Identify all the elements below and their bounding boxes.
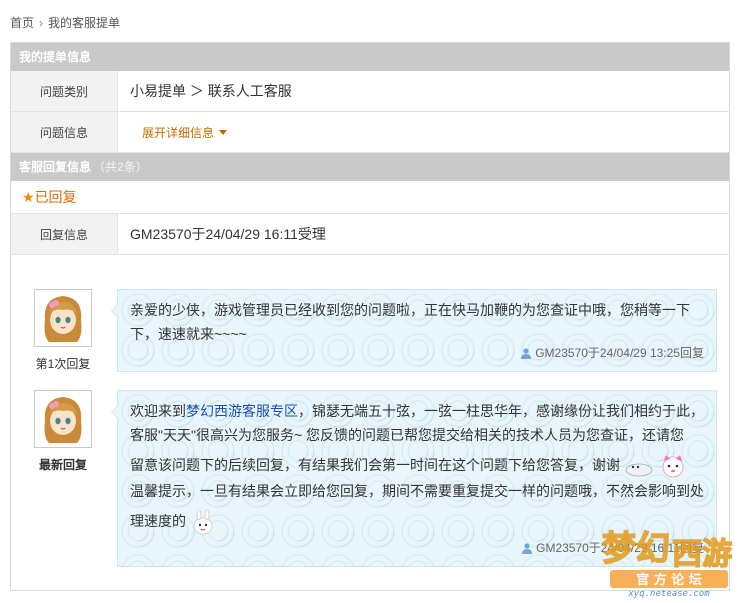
expand-details-button[interactable]: 展开详细信息 (142, 124, 228, 141)
avatar (34, 289, 92, 347)
reply-2-text-pre: 欢迎来到 (130, 403, 186, 419)
reply-2-line-5-text: 理速度的 (130, 513, 186, 530)
reply-info-heading: 客服回复信息 （共2条） (11, 153, 729, 181)
category-value: 小易提单 ＞ 联系人工客服 (130, 83, 292, 99)
expand-details-label: 展开详细信息 (142, 125, 215, 140)
avatar (34, 390, 92, 448)
reply-1-text: 亲爱的少侠，游戏管理员已经收到您的问题啦，正在快马加鞭的为您查证中哦，您稍等一下… (130, 302, 690, 342)
watermark-logo: 梦幻 西游 官 方 论 坛 xyq.netease.com (596, 520, 742, 599)
reply-status-label: 已回复 (34, 189, 77, 205)
reply-status: ★已回复 (11, 181, 729, 214)
reply-2-line-3: 留意该问题下的后续回复，有结果我们会第一时间在这个问题下给您答复，谢谢 (130, 453, 706, 479)
user-icon (521, 348, 532, 359)
reply-2-line-4: 温馨提示，一旦有结果会立即给您回复，期间不需要重复提交一样的问题哦，不然会影响到… (130, 483, 704, 500)
category-row: 问题类别 小易提单 ＞ 联系人工客服 (11, 71, 729, 112)
reply-2-line-2: 客服"天天"很高兴为您服务~ 您反馈的问题已帮您提交给相关的技术人员为您查证，还… (130, 427, 685, 443)
rabbit-emoji-icon (193, 509, 213, 534)
service-zone-link[interactable]: 梦幻西游客服专区 (186, 403, 298, 419)
girl-avatar-icon (35, 290, 91, 346)
reply-1-bubble: 亲爱的少侠，游戏管理员已经收到您的问题啦，正在快马加鞭的为您查证中哦，您稍等一下… (111, 289, 717, 372)
breadcrumb: 首页 › 我的客服提单 (10, 14, 120, 31)
issue-label: 问题信息 (11, 112, 118, 152)
ticket-info-heading: 我的提单信息 (11, 43, 729, 71)
breadcrumb-home-link[interactable]: 首页 (10, 16, 34, 30)
caret-down-icon (219, 129, 228, 135)
reply-info-title: 客服回复信息 (19, 160, 92, 174)
category-label: 问题类别 (11, 71, 118, 111)
reply-2-text-rest: ，锦瑟无端五十弦，一弦一柱思华年，感谢缘份让我们相约于此， (298, 403, 704, 419)
reply-1-label: 第1次回复 (35, 357, 91, 371)
reply-2-line-3-text: 留意该问题下的后续回复，有结果我们会第一时间在这个问题下给您答复，谢谢 (130, 457, 620, 473)
reply-info-value: GM23570于24/04/29 16:11受理 (130, 226, 326, 242)
star-icon: ★ (22, 189, 35, 205)
user-icon (522, 543, 533, 554)
reply-2-label: 最新回复 (38, 458, 87, 472)
reply-2-line-1: 欢迎来到梦幻西游客服专区，锦瑟无端五十弦，一弦一柱思华年，感谢缘份让我们相约于此… (130, 399, 706, 423)
reply-info-row: 回复信息 GM23570于24/04/29 16:11受理 (11, 214, 729, 255)
cat-emoji-icon (662, 455, 684, 478)
reply-info-label: 回复信息 (11, 214, 118, 254)
reply-count: （共2条） (93, 160, 148, 174)
svg-text:梦幻: 梦幻 (602, 529, 670, 569)
chevron-right-icon: › (39, 16, 44, 30)
watermark-site-text: xyq.netease.com (627, 589, 710, 598)
breadcrumb-current: 我的客服提单 (48, 16, 121, 30)
reply-1-signature: GM23570于24/04/29 13:25回复 (520, 341, 704, 365)
reply-1-signature-text: GM23570于24/04/29 13:25回复 (535, 346, 704, 360)
girl-avatar-icon (35, 391, 91, 447)
seal-emoji-icon (625, 463, 653, 477)
game-logo-icon: 梦幻 西游 官 方 论 坛 xyq.netease.com (601, 528, 733, 599)
svg-text:西游: 西游 (672, 537, 732, 572)
issue-row: 问题信息 展开详细信息 (11, 112, 729, 153)
ticket-panel: 我的提单信息 问题类别 小易提单 ＞ 联系人工客服 问题信息 展开详细信息 客服… (10, 42, 730, 591)
svg-text:官 方 论 坛: 官 方 论 坛 (636, 572, 702, 588)
